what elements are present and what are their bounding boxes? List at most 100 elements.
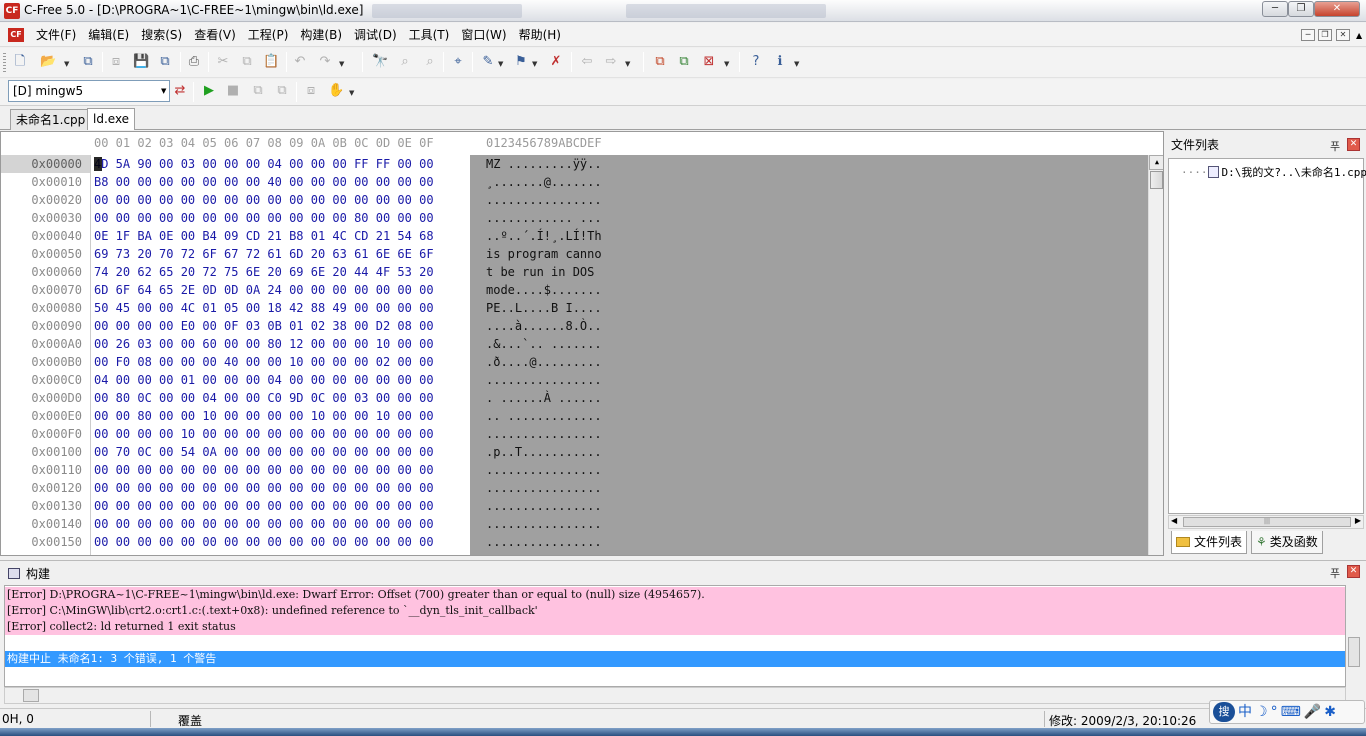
save-all-icon[interactable]: ⧉: [157, 54, 173, 70]
debug-hand-icon[interactable]: ✋: [328, 83, 344, 99]
build-error-line[interactable]: [Error] D:\PROGRA~1\C-FREE~1\mingw\bin\l…: [5, 587, 1345, 603]
hex-row[interactable]: B8 00 00 00 00 00 00 00 40 00 00 00 00 0…: [94, 173, 434, 191]
close-panel-icon[interactable]: ✕: [1347, 565, 1360, 578]
tab-untitled-cpp[interactable]: 未命名1.cpp: [10, 109, 92, 130]
hex-row[interactable]: 00 26 03 00 00 60 00 00 80 12 00 00 00 1…: [94, 335, 434, 353]
chevron-down-icon[interactable]: ▼: [64, 60, 69, 68]
hex-row[interactable]: 00 00 00 00 00 00 00 00 00 00 00 00 00 0…: [94, 191, 434, 209]
build-error-line[interactable]: [Error] collect2: ld returned 1 exit sta…: [5, 619, 1345, 635]
cut-icon[interactable]: ✂: [215, 54, 231, 70]
project-close-icon[interactable]: ⊠: [701, 54, 717, 70]
menu-file[interactable]: 文件(F): [30, 27, 82, 43]
menu-view[interactable]: 查看(V): [188, 27, 242, 43]
menu-help[interactable]: 帮助(H): [513, 27, 567, 43]
build-horizontal-scrollbar[interactable]: [4, 687, 1346, 704]
ascii-row[interactable]: ............ ...: [486, 209, 602, 227]
hex-row[interactable]: 00 00 00 00 00 00 00 00 00 00 00 00 80 0…: [94, 209, 434, 227]
ascii-row[interactable]: ................: [486, 533, 602, 551]
maximize-button[interactable]: ❐: [1288, 1, 1314, 17]
hex-row[interactable]: 04 00 00 00 01 00 00 00 04 00 00 00 00 0…: [94, 371, 434, 389]
toggle-bookmark-icon[interactable]: ⚑: [513, 54, 529, 70]
doc-minimize-button[interactable]: ─: [1301, 29, 1315, 41]
hex-row[interactable]: 00 00 00 00 00 00 00 00 00 00 00 00 00 0…: [94, 479, 434, 497]
rebuild-icon[interactable]: ⧉: [274, 83, 290, 99]
hex-row[interactable]: 00 00 00 00 10 00 00 00 00 00 00 00 00 0…: [94, 425, 434, 443]
doc-restore-button[interactable]: ❐: [1318, 29, 1332, 41]
scroll-right-icon[interactable]: ▶: [1355, 516, 1361, 525]
hex-bytes-area[interactable]: 4D 5A 90 00 03 00 00 00 04 00 00 00 FF F…: [91, 155, 469, 555]
info-icon[interactable]: ℹ: [772, 54, 788, 70]
save-icon[interactable]: 💾: [133, 54, 149, 70]
ascii-row[interactable]: t be run in DOS: [486, 263, 602, 281]
ascii-row[interactable]: .. .............: [486, 407, 602, 425]
build-output[interactable]: [Error] D:\PROGRA~1\C-FREE~1\mingw\bin\l…: [4, 585, 1346, 687]
ascii-row[interactable]: .p..T...........: [486, 443, 602, 461]
hex-row[interactable]: 6D 6F 64 65 2E 0D 0D 0A 24 00 00 00 00 0…: [94, 281, 434, 299]
ime-moon-icon[interactable]: ☽: [1255, 702, 1268, 722]
ime-keyboard-icon[interactable]: ⌨: [1281, 702, 1301, 722]
build-config-select[interactable]: [D] mingw5 ▼: [8, 80, 170, 102]
hex-vertical-scrollbar[interactable]: ▲: [1148, 155, 1163, 555]
hex-row[interactable]: 69 73 20 70 72 6F 67 72 61 6D 20 63 61 6…: [94, 245, 434, 263]
menu-tools[interactable]: 工具(T): [403, 27, 456, 43]
hex-row[interactable]: 74 20 62 65 20 72 75 6E 20 69 6E 20 44 4…: [94, 263, 434, 281]
file-horizontal-scrollbar[interactable]: ◀ ||| ▶: [1168, 515, 1364, 529]
file-tree[interactable]: ···· D:\我的文?..\未命名1.cpp: [1168, 158, 1366, 514]
help-icon[interactable]: ?: [748, 54, 764, 70]
menu-overflow-icon[interactable]: ▲: [1356, 31, 1362, 40]
ascii-row[interactable]: ................: [486, 371, 602, 389]
scroll-thumb[interactable]: [23, 689, 39, 702]
back-icon[interactable]: ⇦: [579, 54, 595, 70]
undo-icon[interactable]: ↶: [292, 54, 308, 70]
close-file-icon[interactable]: ⧈: [108, 54, 124, 70]
ascii-row[interactable]: ................: [486, 191, 602, 209]
find-next-icon[interactable]: ⌕: [397, 54, 413, 70]
ascii-row[interactable]: ................: [486, 515, 602, 533]
tree-item-file[interactable]: ···· D:\我的文?..\未命名1.cpp: [1181, 164, 1366, 180]
chevron-down-icon[interactable]: ▼: [339, 60, 344, 68]
hex-row[interactable]: 00 00 00 00 00 00 00 00 00 00 00 00 00 0…: [94, 515, 434, 533]
tab-classes-functions[interactable]: ⚘ 类及函数: [1251, 531, 1323, 554]
ascii-row[interactable]: ................: [486, 425, 602, 443]
ascii-row[interactable]: ................: [486, 461, 602, 479]
chevron-down-icon[interactable]: ▼: [349, 89, 354, 97]
chevron-down-icon[interactable]: ▼: [794, 60, 799, 68]
ascii-row[interactable]: is program canno: [486, 245, 602, 263]
hex-row[interactable]: 00 00 00 00 E0 00 0F 03 0B 01 02 38 00 D…: [94, 317, 434, 335]
hex-editor[interactable]: 00 01 02 03 04 05 06 07 08 09 0A 0B 0C 0…: [0, 131, 1164, 556]
open-folder-icon[interactable]: 📂: [40, 54, 56, 70]
menu-build[interactable]: 构建(B): [294, 27, 348, 43]
hex-row[interactable]: 4D 5A 90 00 03 00 00 00 04 00 00 00 FF F…: [94, 155, 434, 173]
build-vertical-scrollbar[interactable]: [1347, 637, 1361, 689]
scroll-up-icon[interactable]: ▲: [1149, 155, 1163, 170]
ime-microphone-icon[interactable]: 🎤: [1304, 702, 1321, 722]
replace-icon[interactable]: ⌕: [422, 54, 438, 70]
menu-search[interactable]: 搜索(S): [135, 27, 188, 43]
ascii-row[interactable]: MZ .........ÿÿ..: [486, 155, 602, 173]
hex-row[interactable]: 0E 1F BA 0E 00 B4 09 CD 21 B8 01 4C CD 2…: [94, 227, 434, 245]
ime-punctuation-icon[interactable]: °: [1271, 702, 1278, 722]
ascii-row[interactable]: .&...`.. .......: [486, 335, 602, 353]
close-button[interactable]: ✕: [1314, 1, 1360, 17]
chevron-down-icon[interactable]: ▼: [625, 60, 630, 68]
hex-row[interactable]: 00 00 00 00 00 00 00 00 00 00 00 00 00 0…: [94, 533, 434, 551]
ascii-row[interactable]: .ð....@.........: [486, 353, 602, 371]
close-panel-icon[interactable]: ✕: [1347, 138, 1360, 151]
scroll-left-icon[interactable]: ◀: [1171, 516, 1177, 525]
ime-logo-icon[interactable]: 搜: [1213, 702, 1235, 722]
find-icon[interactable]: 🔭: [372, 54, 388, 70]
ascii-area[interactable]: MZ .........ÿÿ.. ¸.......@....... ......…: [470, 155, 1148, 555]
goto-icon[interactable]: ⌖: [450, 54, 466, 70]
project-add-icon[interactable]: ⧉: [652, 54, 668, 70]
hex-row[interactable]: 00 00 00 00 00 00 00 00 00 00 00 00 00 0…: [94, 497, 434, 515]
ascii-row[interactable]: PE..L....B I....: [486, 299, 602, 317]
redo-icon[interactable]: ↷: [317, 54, 333, 70]
pin-icon[interactable]: 푸: [1330, 138, 1340, 154]
open-project-icon[interactable]: ⧉: [80, 54, 96, 70]
new-file-icon[interactable]: 🗋: [12, 54, 28, 70]
chevron-down-icon[interactable]: ▼: [532, 60, 537, 68]
ascii-row[interactable]: mode....$.......: [486, 281, 602, 299]
hex-row[interactable]: 00 80 0C 00 00 04 00 00 C0 9D 0C 00 03 0…: [94, 389, 434, 407]
hex-row[interactable]: 50 45 00 00 4C 01 05 00 18 42 88 49 00 0…: [94, 299, 434, 317]
config-settings-icon[interactable]: ⇄: [172, 83, 188, 99]
